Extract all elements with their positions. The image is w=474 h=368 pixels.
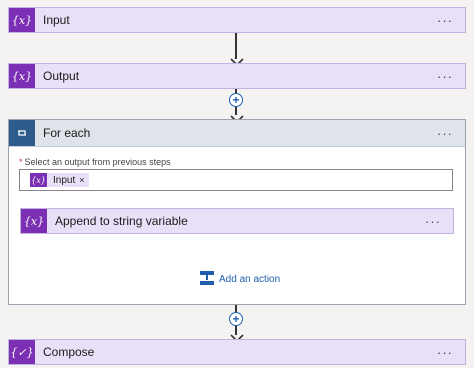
step-output-card[interactable]: {x} Output ··· [8,63,466,89]
variable-icon: {x} [9,8,35,32]
foreach-header[interactable]: For each ··· [9,120,465,147]
variable-icon: {x} [9,64,35,88]
insert-step-plus-icon[interactable]: + [229,312,243,326]
loop-icon [9,120,35,146]
inner-action-title: Append to string variable [55,214,188,228]
compose-icon: {✓} [9,340,35,364]
more-options-button[interactable]: ··· [437,120,453,146]
foreach-container: For each ··· * Select an output from prev… [8,119,466,305]
required-marker: * [19,157,23,167]
add-an-action-button[interactable]: Add an action [199,270,280,289]
field-label: * Select an output from previous steps [19,157,171,167]
more-options-button[interactable]: ··· [437,340,453,364]
more-options-button[interactable]: ··· [437,8,453,32]
step-input-title: Input [43,13,70,27]
insert-step-plus-icon[interactable]: + [229,93,243,107]
step-input-card[interactable]: {x} Input ··· [8,7,466,33]
add-action-label: Add an action [219,274,281,285]
token-label: Input [53,174,76,186]
more-options-button[interactable]: ··· [425,209,441,233]
token-remove-button[interactable]: × [79,175,88,185]
add-action-icon [199,270,215,289]
field-label-text: Select an output from previous steps [24,157,171,167]
more-options-button[interactable]: ··· [437,64,453,88]
token-input: {x} Input × [30,173,89,187]
append-string-variable-card[interactable]: {x} Append to string variable ··· [20,208,454,234]
step-compose-title: Compose [43,345,95,359]
foreach-title: For each [43,126,91,140]
step-output-title: Output [43,69,80,83]
variable-icon: {x} [30,173,47,187]
output-select-field[interactable]: {x} Input × [19,169,453,191]
step-compose-card[interactable]: {✓} Compose ··· [8,339,466,365]
variable-icon: {x} [21,209,47,233]
